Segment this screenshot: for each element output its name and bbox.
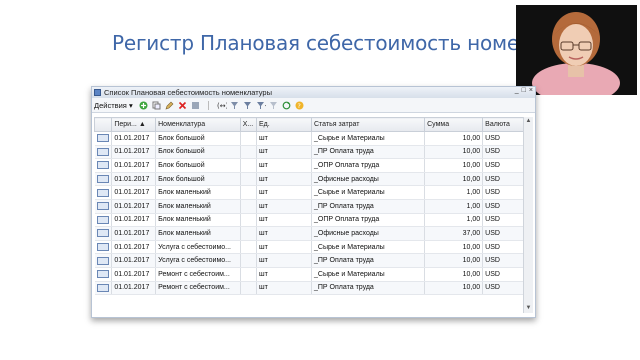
table-row[interactable]: 01.01.2017 Блок большой шт _Сырье и Материа…	[94, 131, 525, 146]
table-row[interactable]: 01.01.2017 Блок большой шт _ОПР Оплата труд…	[94, 158, 525, 173]
record-icon	[96, 161, 109, 170]
column-header-characteristic[interactable]: Х...	[239, 117, 257, 132]
table-row[interactable]: 01.01.2017 Ремонт с себестоим... шт _ПР Опл…	[94, 281, 525, 296]
edit-icon[interactable]	[165, 100, 175, 110]
presenter-image	[516, 5, 637, 95]
column-header-sum[interactable]: Сумма	[424, 117, 484, 132]
table-row[interactable]: 01.01.2017 Блок большой шт _Офисные расходы…	[94, 172, 525, 187]
record-icon	[96, 283, 109, 292]
close-button[interactable]: ×	[529, 87, 533, 94]
record-icon	[96, 256, 109, 265]
help-icon[interactable]: ?	[295, 100, 305, 110]
scroll-down-icon[interactable]: ▼	[524, 304, 533, 313]
interval-icon[interactable]: (↔)	[217, 100, 227, 110]
list-window: Список Плановая себестоимость номенклату…	[91, 86, 536, 318]
record-icon	[96, 243, 109, 252]
scroll-up-icon[interactable]: ▲	[524, 117, 533, 126]
window-title: Список Плановая себестоимость номенклату…	[104, 88, 272, 97]
minimize-button[interactable]: _	[515, 87, 519, 94]
table-row[interactable]: 01.01.2017 Блок маленький шт _Офисные расхо…	[94, 226, 525, 241]
record-icon	[96, 175, 109, 184]
column-header-icon	[93, 117, 113, 132]
clear-filter-icon[interactable]	[269, 100, 279, 110]
window-titlebar[interactable]: Список Плановая себестоимость номенклату…	[92, 87, 535, 98]
filter-list-icon[interactable]	[256, 100, 266, 110]
record-icon	[96, 134, 109, 143]
record-icon	[96, 147, 109, 156]
table-header: Пери... ▲ Номенклатура Х... Ед. Статья з…	[93, 117, 525, 132]
table-row[interactable]: 01.01.2017 Блок маленький шт _ОПР Оплата тр…	[94, 213, 525, 228]
delete-icon[interactable]	[178, 100, 188, 110]
record-icon	[96, 215, 109, 224]
table-row[interactable]: 01.01.2017 Блок маленький шт _ПР Оплата тру…	[94, 199, 525, 214]
record-icon	[96, 229, 109, 238]
presenter-video	[516, 5, 637, 95]
column-header-currency[interactable]: Валюта	[482, 117, 525, 132]
record-icon	[96, 202, 109, 211]
column-header-cost-item[interactable]: Статья затрат	[310, 117, 426, 132]
actions-menu[interactable]: Действия ▾	[94, 101, 133, 110]
table-row[interactable]: 01.01.2017 Ремонт с себестоим... шт _Сырье …	[94, 267, 525, 282]
table-row[interactable]: 01.01.2017 Услуга с себестоимо... шт _ПР Оп…	[94, 253, 525, 268]
table-row[interactable]: 01.01.2017 Услуга с себестоимо... шт _Сырье…	[94, 240, 525, 255]
separator-icon	[204, 100, 214, 110]
window-icon	[94, 89, 101, 96]
add-icon[interactable]	[139, 100, 149, 110]
table-row[interactable]: 01.01.2017 Блок большой шт _ПР Оплата труда…	[94, 145, 525, 160]
copy-icon[interactable]	[152, 100, 162, 110]
refresh-icon[interactable]	[282, 100, 292, 110]
column-header-item[interactable]: Номенклатура	[155, 117, 241, 132]
vertical-scrollbar[interactable]: ▲ ▼	[523, 117, 533, 313]
svg-text:?: ?	[298, 102, 301, 110]
record-icon	[96, 188, 109, 197]
sort-asc-icon: ▲	[138, 121, 146, 128]
column-header-period[interactable]: Пери... ▲	[111, 117, 157, 132]
maximize-button[interactable]: □	[522, 87, 526, 94]
filter-value-icon[interactable]	[243, 100, 253, 110]
svg-text:(↔): (↔)	[217, 102, 227, 110]
record-icon	[96, 270, 109, 279]
column-header-unit[interactable]: Ед.	[255, 117, 313, 132]
filter-icon[interactable]	[230, 100, 240, 110]
data-table: Пери... ▲ Номенклатура Х... Ед. Статья з…	[93, 117, 525, 296]
table-row[interactable]: 01.01.2017 Блок маленький шт _Сырье и Матер…	[94, 185, 525, 200]
toolbar: Действия ▾ (↔) ?	[92, 98, 535, 113]
mark-delete-icon[interactable]	[191, 100, 201, 110]
